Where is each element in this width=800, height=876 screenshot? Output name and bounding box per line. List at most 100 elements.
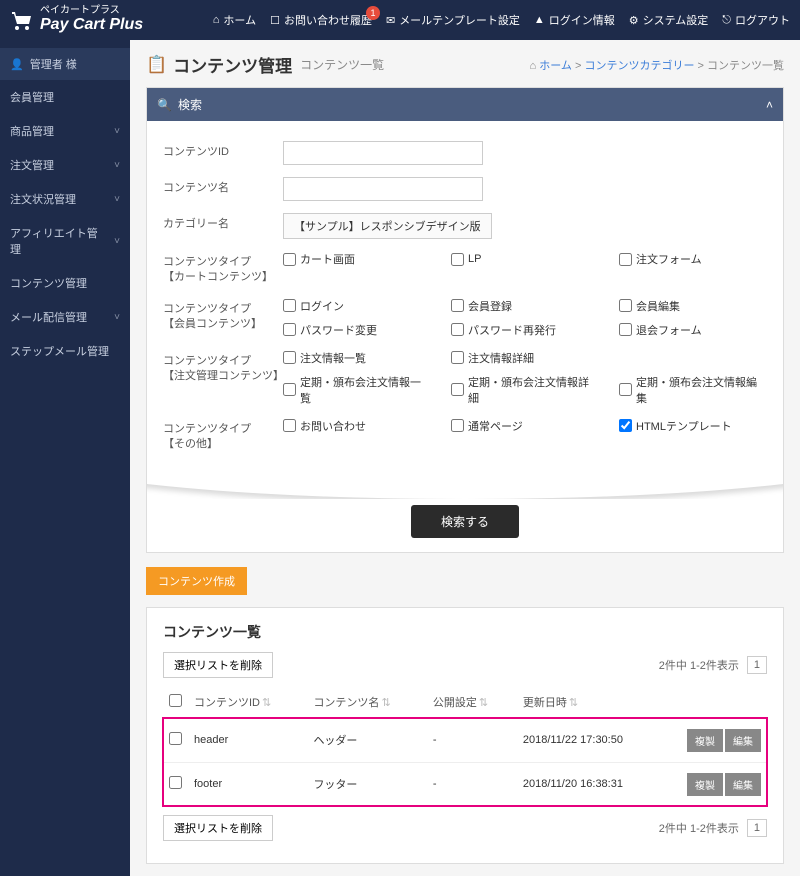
other-opt-2[interactable]: HTMLテンプレート	[619, 418, 767, 434]
nav-mail-template[interactable]: ✉メールテンプレート設定	[386, 12, 520, 28]
page-subtitle: コンテンツ一覧	[300, 56, 384, 73]
other-opt-1[interactable]: 通常ページ	[451, 418, 599, 434]
user-icon: 👤	[10, 58, 24, 71]
member-opt-4[interactable]: パスワード再発行	[451, 322, 599, 338]
label-member: コンテンツタイプ 【会員コンテンツ】	[163, 298, 283, 333]
row-checkbox[interactable]	[169, 776, 182, 789]
label-category: カテゴリー名	[163, 213, 283, 232]
sidebar-user[interactable]: 👤管理者 様	[0, 48, 130, 80]
breadcrumb-category[interactable]: コンテンツカテゴリー	[584, 60, 694, 72]
member-opt-1[interactable]: 会員登録	[451, 298, 599, 314]
nav-inquiry[interactable]: ☐お問い合わせ履歴1	[270, 12, 372, 28]
logo-tagline: ペイカートプラス	[40, 6, 143, 16]
category-value: 【サンプル】レスポンシブデザイン版	[283, 213, 492, 239]
search-panel-header[interactable]: 🔍 検索 ˄	[147, 88, 783, 121]
table-row: footer フッター - 2018/11/20 16:38:31 複製編集	[163, 762, 767, 806]
select-all-checkbox[interactable]	[169, 694, 182, 707]
order-type-group: 注文情報一覧 注文情報詳細 定期・頒布会注文情報一覧 定期・頒布会注文情報詳細 …	[283, 350, 767, 406]
breadcrumb: ⌂ ホーム > コンテンツカテゴリー > コンテンツ一覧	[530, 57, 784, 73]
order-opt-1[interactable]: 注文情報詳細	[451, 350, 599, 366]
home-icon: ⌂	[213, 14, 220, 26]
chevron-down-icon: ˅	[114, 236, 120, 247]
copy-button[interactable]: 複製	[687, 773, 723, 796]
other-opt-0[interactable]: お問い合わせ	[283, 418, 431, 434]
cart-opt-1[interactable]: LP	[451, 251, 599, 267]
logo[interactable]: ペイカートプラス Pay Cart Plus	[10, 6, 143, 34]
person-icon: ▲	[534, 14, 545, 26]
sidebar-item-mail[interactable]: メール配信管理˅	[0, 300, 130, 334]
label-name: コンテンツ名	[163, 177, 283, 196]
sidebar-item-order-status[interactable]: 注文状況管理˅	[0, 182, 130, 216]
cell-updated: 2018/11/20 16:38:31	[517, 762, 667, 806]
edit-button[interactable]: 編集	[725, 773, 761, 796]
sidebar: 👤管理者 様 会員管理 商品管理˅ 注文管理˅ 注文状況管理˅ アフィリエイト管…	[0, 40, 130, 876]
other-type-group: お問い合わせ 通常ページ HTMLテンプレート	[283, 418, 767, 434]
collapse-icon[interactable]: ˄	[766, 98, 773, 112]
chevron-down-icon: ˅	[114, 194, 120, 205]
member-opt-0[interactable]: ログイン	[283, 298, 431, 314]
gear-icon: ⚙	[629, 14, 639, 27]
breadcrumb-home[interactable]: ホーム	[539, 60, 572, 72]
col-name[interactable]: コンテンツ名⇅	[307, 686, 426, 719]
inquiry-badge: 1	[366, 6, 380, 20]
col-publish[interactable]: 公開設定⇅	[427, 686, 517, 719]
order-opt-4[interactable]: 定期・頒布会注文情報詳細	[451, 374, 599, 406]
curve-divider	[147, 459, 783, 499]
search-icon: 🔍	[157, 98, 172, 112]
chat-icon: ☐	[270, 14, 280, 27]
content-id-input[interactable]	[283, 141, 483, 165]
topbar: ペイカートプラス Pay Cart Plus ⌂ホーム ☐お問い合わせ履歴1 ✉…	[0, 0, 800, 40]
label-other: コンテンツタイプ 【その他】	[163, 418, 283, 453]
search-button[interactable]: 検索する	[411, 505, 519, 538]
list-info-text: 2件中 1-2件表示	[659, 657, 739, 673]
sort-icon: ⇅	[569, 697, 578, 709]
col-id[interactable]: コンテンツID⇅	[188, 686, 307, 719]
mail-icon: ✉	[386, 14, 395, 27]
delete-selected-button-bottom[interactable]: 選択リストを削除	[163, 815, 273, 841]
sidebar-item-order[interactable]: 注文管理˅	[0, 148, 130, 182]
chevron-down-icon: ˅	[114, 160, 120, 171]
sidebar-item-product[interactable]: 商品管理˅	[0, 114, 130, 148]
cell-id: footer	[188, 762, 307, 806]
nav-login-info[interactable]: ▲ログイン情報	[534, 12, 615, 28]
table-row: header ヘッダー - 2018/11/22 17:30:50 複製編集	[163, 718, 767, 762]
logo-name: Pay Cart Plus	[40, 16, 143, 34]
cart-type-group: カート画面 LP 注文フォーム	[283, 251, 767, 267]
nav-logout[interactable]: ⎋ログアウト	[722, 12, 790, 28]
content-name-input[interactable]	[283, 177, 483, 201]
edit-button[interactable]: 編集	[725, 729, 761, 752]
sidebar-item-affiliate[interactable]: アフィリエイト管理˅	[0, 216, 130, 266]
pager-current[interactable]: 1	[747, 656, 767, 674]
cell-name: フッター	[307, 762, 426, 806]
member-opt-3[interactable]: パスワード変更	[283, 322, 431, 338]
content-table: コンテンツID⇅ コンテンツ名⇅ 公開設定⇅ 更新日時⇅ header ヘッダー…	[163, 686, 767, 807]
col-updated[interactable]: 更新日時⇅	[517, 686, 667, 719]
cart-opt-0[interactable]: カート画面	[283, 251, 431, 267]
order-opt-0[interactable]: 注文情報一覧	[283, 350, 431, 366]
sidebar-item-content[interactable]: コンテンツ管理	[0, 266, 130, 300]
sidebar-item-stepmail[interactable]: ステップメール管理	[0, 334, 130, 368]
sort-icon: ⇅	[381, 697, 390, 709]
label-order: コンテンツタイプ 【注文管理コンテンツ】	[163, 350, 283, 385]
order-opt-5[interactable]: 定期・頒布会注文情報編集	[619, 374, 767, 406]
sidebar-item-member[interactable]: 会員管理	[0, 80, 130, 114]
pager-current[interactable]: 1	[747, 819, 767, 837]
delete-selected-button-top[interactable]: 選択リストを削除	[163, 652, 273, 678]
chevron-down-icon: ˅	[114, 126, 120, 137]
cart-opt-2[interactable]: 注文フォーム	[619, 251, 767, 267]
chevron-down-icon: ˅	[114, 312, 120, 323]
cell-publish: -	[427, 718, 517, 762]
row-checkbox[interactable]	[169, 732, 182, 745]
create-content-button[interactable]: コンテンツ作成	[146, 567, 247, 595]
order-opt-3[interactable]: 定期・頒布会注文情報一覧	[283, 374, 431, 406]
nav-system[interactable]: ⚙システム設定	[629, 12, 709, 28]
sort-icon: ⇅	[479, 697, 488, 709]
member-opt-2[interactable]: 会員編集	[619, 298, 767, 314]
search-panel: 🔍 検索 ˄ コンテンツID コンテンツ名 カテゴリー名【サンプル】レスポンシブ…	[146, 87, 784, 553]
copy-button[interactable]: 複製	[687, 729, 723, 752]
cell-updated: 2018/11/22 17:30:50	[517, 718, 667, 762]
list-panel: コンテンツ一覧 選択リストを削除 2件中 1-2件表示 1 コンテンツID⇅ コ…	[146, 607, 784, 864]
member-opt-5[interactable]: 退会フォーム	[619, 322, 767, 338]
nav-home[interactable]: ⌂ホーム	[213, 12, 256, 28]
list-title: コンテンツ一覧	[163, 622, 767, 642]
